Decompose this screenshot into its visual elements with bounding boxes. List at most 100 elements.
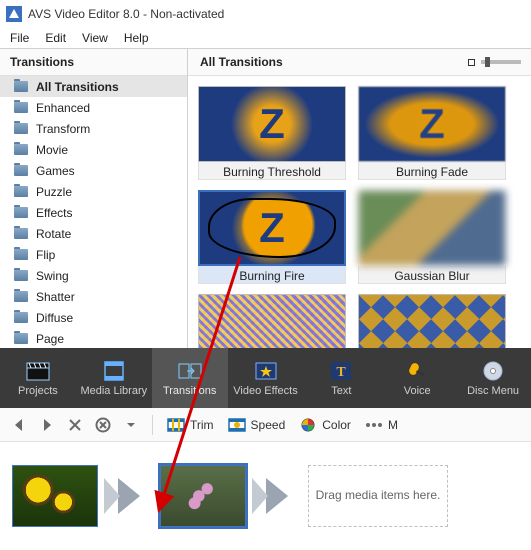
thumb-image [198,86,346,162]
nav-back-button[interactable] [8,414,30,436]
transition-thumb[interactable] [198,294,346,348]
delete-button[interactable] [64,414,86,436]
sidebar: Transitions All TransitionsEnhancedTrans… [0,49,188,348]
folder-icon [14,207,28,218]
clip-2[interactable] [160,465,246,527]
transition-thumb[interactable]: Burning Threshold [198,86,346,180]
size-small-icon [468,59,475,66]
sidebar-item-label: Flip [36,248,55,262]
sidebar-item-label: Puzzle [36,185,72,199]
more-icon [365,417,383,433]
thumb-label: Burning Fire [198,266,346,284]
folder-icon [14,312,28,323]
sidebar-item-rotate[interactable]: Rotate [0,223,187,244]
sidebar-item-flip[interactable]: Flip [0,244,187,265]
chevron-icon [118,478,140,514]
sidebar-item-label: Page [36,332,64,346]
thumb-label: Burning Fade [358,162,506,180]
transition-thumb[interactable]: Burning Fire [198,190,346,284]
folder-icon [14,249,28,260]
svg-text:T: T [337,365,347,380]
transition-thumb[interactable]: Burning Fade [358,86,506,180]
sidebar-item-transform[interactable]: Transform [0,118,187,139]
module-label: Video Effects [233,385,297,397]
cancel-button[interactable] [92,414,114,436]
menu-help[interactable]: Help [118,29,155,47]
speed-label: Speed [251,418,286,432]
sidebar-list: All Transitions Enhanced Transform Movie Gam… [0,76,187,348]
transition-thumb[interactable] [358,294,506,348]
module-projects[interactable]: Projects [0,348,76,408]
film-icon [101,360,127,382]
gallery-title: All Transitions [200,55,283,69]
menu-file[interactable]: File [4,29,35,47]
sidebar-item-effects[interactable]: Effects [0,202,187,223]
transition-thumb[interactable]: Gaussian Blur [358,190,506,284]
sidebar-item-diffuse[interactable]: Diffuse [0,307,187,328]
chevron-icon [266,478,288,514]
module-media-library[interactable]: Media Library [76,348,152,408]
nav-forward-button[interactable] [36,414,58,436]
fx-icon [253,360,279,382]
sidebar-item-swing[interactable]: Swing [0,265,187,286]
thumb-image [198,190,346,266]
folder-icon [14,102,28,113]
window-title: AVS Video Editor 8.0 - Non-activated [28,7,224,21]
menu-edit[interactable]: Edit [39,29,72,47]
thumb-image [198,294,346,348]
menu-view[interactable]: View [76,29,114,47]
sidebar-item-shatter[interactable]: Shatter [0,286,187,307]
more-button[interactable]: M [361,415,402,435]
module-label: Media Library [80,385,147,397]
drop-hint-label: Drag media items here. [316,488,441,504]
title-bar: AVS Video Editor 8.0 - Non-activated [0,0,531,28]
speed-button[interactable]: Speed [224,415,290,435]
mic-icon [404,360,430,382]
sidebar-item-enhanced[interactable]: Enhanced [0,97,187,118]
folder-icon [14,333,28,344]
folder-icon [14,186,28,197]
module-transitions[interactable]: Transitions [152,348,228,408]
gallery-pane: All Transitions Burning Threshold Burning… [188,49,531,348]
clip-1[interactable] [12,465,98,527]
sidebar-item-label: Diffuse [36,311,73,325]
transition-slot-1[interactable] [108,475,150,517]
disc-icon [480,360,506,382]
trim-label: Trim [190,418,214,432]
sidebar-item-games[interactable]: Games [0,160,187,181]
folder-icon [14,165,28,176]
sidebar-item-all-transitions[interactable]: All Transitions [0,76,187,97]
module-label: Transitions [163,385,216,397]
gallery-header: All Transitions [188,49,531,76]
thumb-label: Gaussian Blur [358,266,506,284]
drop-hint[interactable]: Drag media items here. [308,465,448,527]
thumb-label: Burning Threshold [198,162,346,180]
size-slider[interactable] [481,60,521,64]
sidebar-item-page[interactable]: Page [0,328,187,348]
thumb-image [358,190,506,266]
module-text[interactable]: TText [303,348,379,408]
storyboard[interactable]: Drag media items here. [0,442,531,550]
sidebar-item-label: Enhanced [36,101,90,115]
color-button[interactable]: Color [295,415,355,435]
trim-button[interactable]: Trim [163,415,218,435]
sidebar-item-label: Swing [36,269,69,283]
sidebar-item-label: Movie [36,143,68,157]
clapper-icon [25,360,51,382]
transition-slot-2[interactable] [256,475,298,517]
thumb-image [358,86,506,162]
content-row: Transitions All TransitionsEnhancedTrans… [0,48,531,348]
module-disc-menu[interactable]: Disc Menu [455,348,531,408]
trim-icon [167,417,185,433]
sidebar-item-label: Effects [36,206,72,220]
dropdown-icon[interactable] [120,414,142,436]
thumbnail-size-control[interactable] [468,59,521,66]
sidebar-item-label: Shatter [36,290,75,304]
menu-bar: File Edit View Help [0,28,531,48]
app-icon [6,6,22,22]
sidebar-item-puzzle[interactable]: Puzzle [0,181,187,202]
color-label: Color [322,418,351,432]
module-video-effects[interactable]: Video Effects [228,348,304,408]
sidebar-item-movie[interactable]: Movie [0,139,187,160]
module-voice[interactable]: Voice [379,348,455,408]
